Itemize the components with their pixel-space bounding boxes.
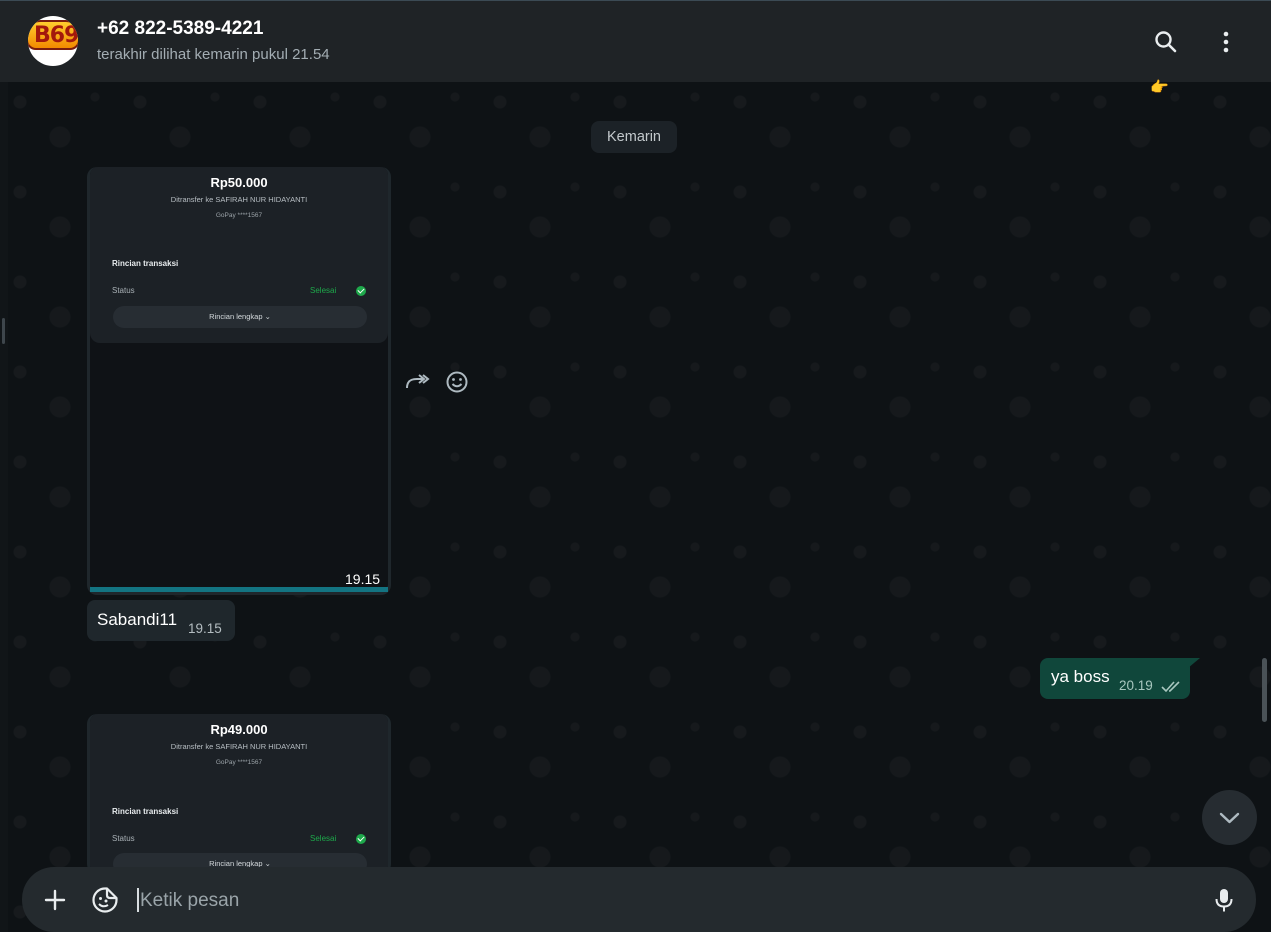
plus-icon bbox=[44, 889, 66, 911]
receipt-status-label: Status bbox=[112, 834, 135, 843]
receipt-image[interactable]: Rp50.000 Ditransfer ke SAFIRAH NUR HIDAY… bbox=[90, 167, 388, 592]
emoji-reaction-icon bbox=[446, 371, 468, 393]
chevron-down-icon bbox=[1219, 812, 1240, 824]
image-bottom-bar bbox=[90, 587, 388, 592]
left-panel-edge bbox=[0, 82, 8, 932]
receipt-status-value: Selesai bbox=[310, 834, 337, 843]
message-time: 19.15 bbox=[188, 621, 222, 636]
text-caret bbox=[137, 888, 139, 912]
scroll-to-bottom-button[interactable] bbox=[1202, 790, 1257, 845]
receipt-amount: Rp50.000 bbox=[210, 175, 268, 190]
message-time: 20.19 bbox=[1119, 678, 1153, 693]
receipt-status-label: Status bbox=[112, 286, 135, 295]
receipt-account: GoPay ****1567 bbox=[215, 212, 263, 219]
forward-icon bbox=[406, 374, 430, 389]
contact-name[interactable]: +62 822-5389-4221 bbox=[97, 18, 263, 40]
receipt-card: Rp49.000 Ditransfer ke SAFIRAH NUR HIDAY… bbox=[90, 714, 388, 874]
date-separator: Kemarin bbox=[591, 121, 677, 153]
receipt-recipient: Ditransfer ke SAFIRAH NUR HIDAYANTI bbox=[170, 195, 308, 204]
left-scroll-thumb[interactable] bbox=[2, 318, 5, 344]
menu-kebab-icon bbox=[1223, 31, 1229, 53]
chat-scrollbar[interactable] bbox=[1262, 658, 1267, 722]
receipt-details-button: Rincian lengkap ⌄ bbox=[113, 306, 367, 328]
image-message[interactable]: Rp50.000 Ditransfer ke SAFIRAH NUR HIDAY… bbox=[87, 167, 391, 595]
microphone-icon bbox=[1215, 889, 1233, 912]
sticker-icon bbox=[92, 887, 118, 913]
receipt-image[interactable]: Rp49.000 Ditransfer ke SAFIRAH NUR HIDAY… bbox=[90, 714, 388, 874]
receipt-details-label: Rincian lengkap bbox=[209, 312, 263, 321]
receipt-section-title: Rincian transaksi bbox=[112, 807, 179, 816]
receipt-section-title: Rincian transaksi bbox=[112, 259, 179, 268]
bubble-tail bbox=[1188, 658, 1200, 668]
message-time: 19.15 bbox=[345, 571, 381, 587]
outgoing-message[interactable]: ya boss 20.19 bbox=[1040, 658, 1190, 699]
message-text: Sabandi11 bbox=[97, 610, 178, 629]
chat-header[interactable]: B69 +62 822-5389-4221 terakhir dilihat k… bbox=[0, 1, 1271, 82]
menu-button[interactable] bbox=[1209, 25, 1243, 59]
forward-button[interactable] bbox=[403, 368, 431, 396]
search-icon bbox=[1155, 31, 1177, 53]
image-message[interactable]: Rp49.000 Ditransfer ke SAFIRAH NUR HIDAY… bbox=[87, 714, 391, 874]
double-check-icon bbox=[1161, 681, 1180, 693]
message-input[interactable] bbox=[138, 884, 1182, 918]
avatar-logo: B69 bbox=[28, 20, 78, 50]
receipt-card: Rp50.000 Ditransfer ke SAFIRAH NUR HIDAY… bbox=[90, 167, 388, 343]
sticker-button[interactable] bbox=[90, 885, 120, 915]
last-seen-status: terakhir dilihat kemarin pukul 21.54 bbox=[97, 46, 330, 63]
check-circle-icon bbox=[356, 286, 366, 296]
receipt-account: GoPay ****1567 bbox=[215, 759, 263, 766]
receipt-recipient: Ditransfer ke SAFIRAH NUR HIDAYANTI bbox=[170, 742, 308, 751]
reaction-emoji[interactable]: 👉 bbox=[1150, 78, 1169, 96]
attach-button[interactable] bbox=[40, 885, 70, 915]
react-button[interactable] bbox=[443, 368, 471, 396]
search-button[interactable] bbox=[1149, 25, 1183, 59]
avatar[interactable]: B69 bbox=[28, 16, 78, 66]
voice-message-button[interactable] bbox=[1209, 885, 1239, 915]
receipt-status-value: Selesai bbox=[310, 286, 337, 295]
check-circle-icon bbox=[356, 834, 366, 844]
receipt-amount: Rp49.000 bbox=[210, 722, 268, 737]
message-text: ya boss bbox=[1051, 667, 1110, 686]
incoming-message[interactable]: Sabandi11 19.15 bbox=[87, 600, 235, 641]
avatar-logo-text: B69 bbox=[34, 23, 78, 48]
